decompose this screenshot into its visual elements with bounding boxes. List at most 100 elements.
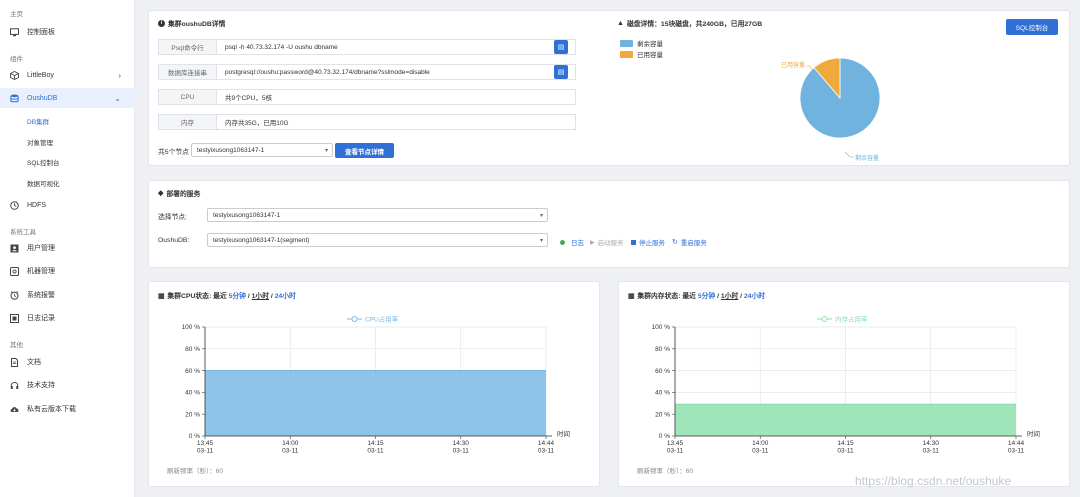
x-tick-label: 14:15	[837, 440, 854, 447]
chevron-down-icon: ⌄	[114, 93, 121, 103]
pie-label-free: 剩余容量	[855, 154, 879, 162]
copy-connection-string-button[interactable]: ▤	[554, 65, 568, 79]
memory-range-5min[interactable]: 5分钟	[698, 293, 715, 300]
memory-range-1hour[interactable]: 1小时	[721, 293, 738, 300]
memory-row: 内存 内存共35G，已用10G	[158, 114, 576, 130]
restart-service-button[interactable]: ↻ 重启服务	[672, 237, 707, 247]
series-legend-marker	[351, 316, 358, 322]
y-tick-label: 40 %	[655, 390, 670, 397]
connection-string-value[interactable]: postgresql://oushu:password@40.73.32.174…	[225, 65, 430, 79]
pie-leader-free	[844, 151, 854, 158]
view-node-details-button[interactable]: 查看节点详情	[335, 143, 394, 158]
disk-pie-chart: 已用容量 剩余容量	[781, 57, 881, 162]
x-tick-label: 14:00	[752, 440, 769, 447]
connection-string-label: 数据库连接串	[159, 65, 217, 79]
connection-string-row: 数据库连接串 postgresql://oushu:password@40.73…	[158, 64, 576, 80]
node-select[interactable]: testyixusong1063147-1 ▾	[191, 143, 333, 157]
copy-psql-button[interactable]: ▤	[554, 40, 568, 54]
sidebar-item-support[interactable]: 技术支持	[0, 375, 135, 395]
stop-icon	[631, 239, 636, 245]
y-tick-label: 40 %	[185, 390, 200, 397]
sidebar-item-dashboard[interactable]: 控制面板	[0, 22, 135, 42]
sidebar-item-logs[interactable]: 日志记录	[0, 308, 135, 328]
service-node-select[interactable]: testyixusong1063147-1 ▾	[207, 208, 548, 222]
memory-range-24hour[interactable]: 24小时	[744, 293, 765, 300]
cpu-label: CPU	[159, 90, 217, 104]
start-service-button[interactable]: ▶ 启动服务	[590, 237, 624, 248]
memory-value: 内存共35G，已用10G	[225, 120, 289, 127]
headset-icon	[10, 381, 19, 390]
memory-refresh-rate: 刷新频率（秒）：60	[637, 468, 693, 475]
x-tick-label: 03-11	[538, 448, 555, 455]
legend-used: 已用容量	[620, 49, 663, 59]
play-icon: ▶	[590, 239, 595, 246]
x-tick-label: 14:30	[453, 440, 470, 447]
chevron-down-icon: ▾	[324, 148, 328, 154]
log-link[interactable]: 日志	[560, 237, 584, 247]
sidebar-item-label: 私有云版本下载	[27, 406, 76, 413]
x-axis-label: 时间	[1027, 429, 1040, 438]
sidebar-subitem-object-management[interactable]: 对象管理	[27, 137, 53, 147]
sidebar-item-label: 机器管理	[27, 268, 55, 275]
y-tick-label: 20 %	[655, 411, 670, 418]
x-tick-label: 03-11	[667, 448, 684, 455]
y-tick-label: 60 %	[655, 368, 670, 375]
copy-icon: ▤	[557, 44, 565, 51]
tag-icon: ◆	[158, 190, 164, 197]
sql-console-button[interactable]: SQL控制台	[1006, 19, 1058, 35]
server-icon	[10, 266, 19, 276]
x-tick-label: 03-11	[282, 448, 299, 455]
x-tick-label: 03-11	[837, 448, 854, 455]
watermark: https://blog.csdn.net/oushuke	[855, 474, 1012, 488]
memory-status-header: ▦ 集群内存状态: 最近 5分钟 / 1小时 / 24小时	[628, 293, 766, 300]
document-icon	[10, 357, 19, 367]
psql-label: Psql命令行	[159, 40, 217, 54]
oushudb-service-select[interactable]: testyixusong1063147-1(segment) ▾	[207, 233, 548, 247]
sidebar-item-machine-management[interactable]: 机器管理	[0, 261, 135, 281]
sidebar-item-label: 技术支持	[27, 382, 55, 389]
chart-icon: ▦	[628, 293, 635, 300]
x-tick-label: 13:45	[197, 440, 214, 447]
cpu-status-header: ▦ 集群CPU状态: 最近 5分钟 / 1小时 / 24小时	[158, 293, 296, 300]
sidebar-item-label: 控制面板	[27, 29, 55, 36]
alert-clock-icon	[10, 290, 19, 300]
y-tick-label: 100 %	[652, 324, 671, 331]
psql-value[interactable]: psql -h 40.73.32.174 -U oushu dbname	[225, 40, 338, 54]
services-title: ◆ 部署的服务	[158, 190, 201, 198]
monitor-icon	[10, 27, 19, 37]
status-dot-icon	[560, 239, 565, 245]
y-tick-label: 20 %	[185, 411, 200, 418]
sidebar-item-oushudb[interactable]: OushuDB ⌄	[0, 88, 135, 108]
node-count-label: 共5个节点	[158, 149, 189, 156]
sidebar-item-system-alert[interactable]: 系统报警	[0, 285, 135, 305]
sidebar-item-docs[interactable]: 文档	[0, 352, 135, 372]
pie-label-used: 已用容量	[781, 61, 805, 69]
series-legend-marker	[821, 316, 828, 322]
refresh-icon: ↻	[672, 239, 678, 246]
stop-service-button[interactable]: 停止服务	[631, 237, 665, 247]
x-tick-label: 03-11	[1008, 448, 1025, 455]
legend-free: 剩余容量	[620, 38, 663, 48]
sidebar-subitem-sql-console[interactable]: SQL控制台	[27, 157, 60, 167]
memory-label: 内存	[159, 115, 217, 129]
sidebar-item-label: HDFS	[27, 201, 47, 209]
sidebar-section-tools: 系统工具	[10, 229, 36, 236]
cpu-row: CPU 共9个CPU，5核	[158, 89, 576, 105]
x-tick-label: 14:44	[1008, 440, 1025, 447]
sidebar-item-hdfs[interactable]: HDFS	[0, 195, 135, 215]
cpu-range-24hour[interactable]: 24小时	[275, 293, 296, 300]
sidebar-subitem-data-visualization[interactable]: 数据可视化	[27, 178, 60, 188]
sidebar-section-components: 组件	[10, 56, 23, 63]
y-tick-label: 60 %	[185, 368, 200, 375]
sidebar-subitem-db-cluster[interactable]: DB集群	[27, 116, 49, 126]
sidebar-item-label: 用户管理	[27, 245, 55, 252]
cpu-range-5min[interactable]: 5分钟	[229, 293, 246, 300]
sidebar-item-user-management[interactable]: 用户管理	[0, 238, 135, 258]
sidebar-item-label: 文档	[27, 359, 41, 366]
sidebar-item-littleboy[interactable]: LittleBoy ›	[0, 65, 135, 85]
cloud-download-icon	[10, 405, 19, 414]
sidebar-item-private-cloud-download[interactable]: 私有云版本下载	[0, 399, 135, 419]
cpu-range-1hour[interactable]: 1小时	[252, 293, 269, 300]
user-card-icon	[10, 244, 19, 253]
database-icon	[10, 94, 19, 103]
